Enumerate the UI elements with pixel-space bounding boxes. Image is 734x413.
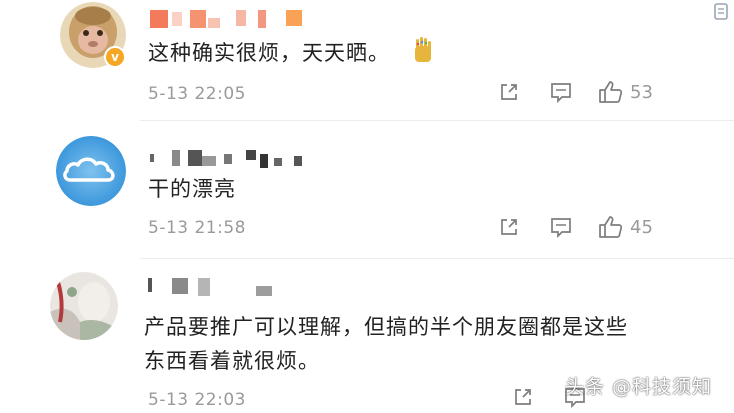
like-button[interactable]: 45 — [598, 215, 653, 239]
username-redacted[interactable] — [150, 150, 302, 168]
like-icon — [599, 216, 623, 238]
like-icon — [599, 81, 623, 103]
cloud-avatar[interactable] — [56, 136, 126, 206]
comment-icon — [551, 218, 571, 238]
share-icon — [501, 219, 517, 235]
like-count: 53 — [630, 81, 653, 103]
comment-timestamp: 5-13 22:03 — [148, 390, 246, 410]
comment-text-line: 产品要推广可以理解，但搞的半个朋友圈都是这些 — [144, 315, 628, 339]
comment-item: v 这种确实很烦，天天晒。 5-13 22:05 53 — [0, 0, 734, 122]
comment-icon — [551, 83, 571, 103]
like-button[interactable]: 53 — [598, 80, 653, 104]
comment-actions: 53 — [496, 80, 653, 104]
username-redacted[interactable] — [148, 278, 272, 296]
share-button[interactable] — [510, 386, 536, 408]
photo-avatar[interactable] — [50, 272, 118, 340]
share-button[interactable] — [496, 81, 522, 103]
username-redacted[interactable] — [150, 10, 302, 28]
comment-text: 产品要推广可以理解，但搞的半个朋友圈都是这些 东西看着就很烦。 — [144, 310, 628, 378]
share-icon — [515, 389, 531, 405]
reply-button[interactable] — [548, 216, 574, 238]
comment-text: 干的漂亮 — [148, 177, 236, 201]
share-icon — [501, 84, 517, 100]
comment-timestamp: 5-13 21:58 — [148, 218, 246, 238]
comment-text: 这种确实很烦，天天晒。 — [148, 36, 434, 76]
gold-gauntlet-emoji — [412, 36, 434, 76]
comment-item: 干的漂亮 5-13 21:58 45 — [0, 122, 734, 260]
like-count: 45 — [630, 216, 653, 238]
source-watermark: 头条 @科技须知 — [564, 376, 712, 398]
share-button[interactable] — [496, 216, 522, 238]
divider — [140, 120, 734, 121]
divider — [140, 258, 734, 259]
comment-text-line: 东西看着就很烦。 — [144, 349, 320, 373]
verified-badge-icon: v — [104, 46, 126, 68]
reply-button[interactable] — [548, 81, 574, 103]
comment-actions: 45 — [496, 215, 653, 239]
comment-timestamp: 5-13 22:05 — [148, 84, 246, 104]
